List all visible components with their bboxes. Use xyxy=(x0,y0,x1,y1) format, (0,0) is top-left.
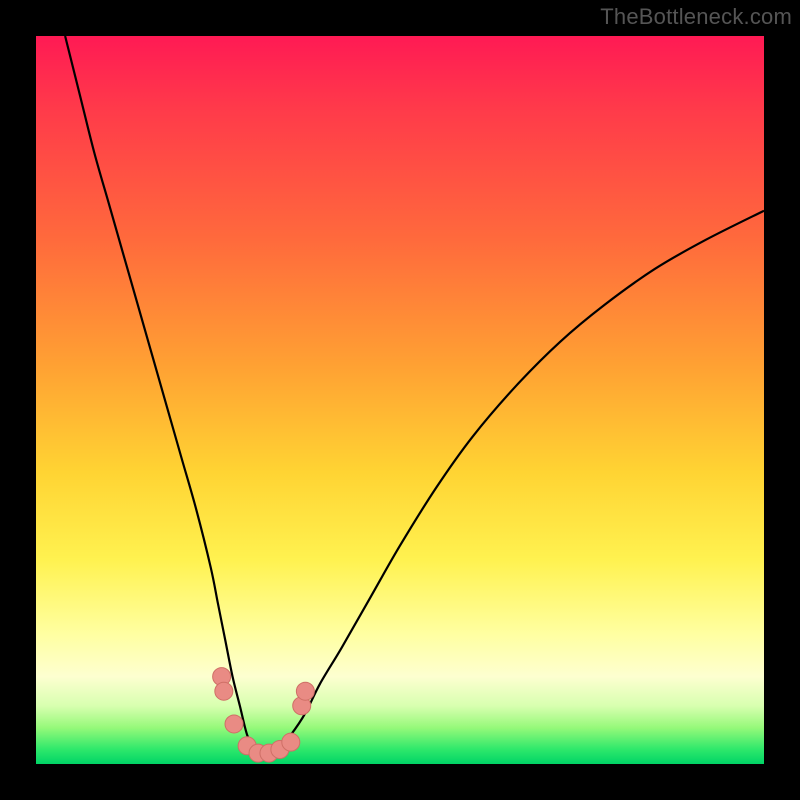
chart-frame: TheBottleneck.com xyxy=(0,0,800,800)
curve-marker xyxy=(215,682,233,700)
chart-plot-area xyxy=(36,36,764,764)
curve-marker xyxy=(282,733,300,751)
watermark-text: TheBottleneck.com xyxy=(600,4,792,30)
curve-marker xyxy=(225,715,243,733)
bottleneck-curve xyxy=(65,36,764,758)
curve-markers xyxy=(213,668,315,762)
curve-marker xyxy=(296,682,314,700)
chart-svg xyxy=(36,36,764,764)
